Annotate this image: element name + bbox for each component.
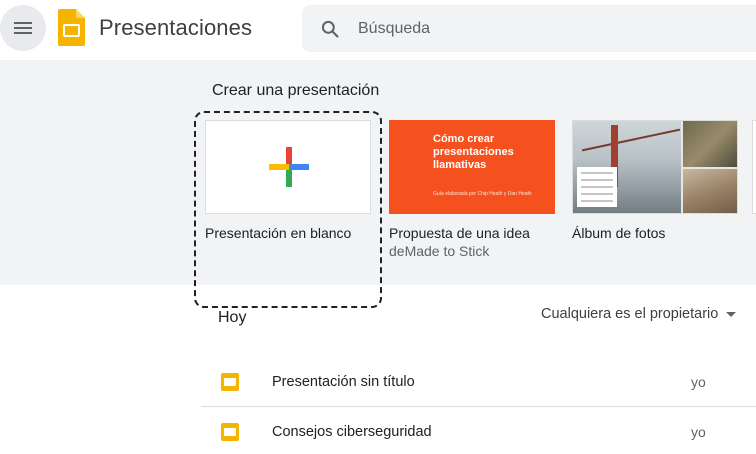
dropdown-caret-icon [726, 311, 737, 317]
template-next-partial[interactable] [752, 120, 756, 214]
template-name: Presentación en blanco [205, 225, 352, 241]
slides-logo-icon[interactable] [58, 9, 85, 46]
document-title[interactable]: Consejos ciberseguridad [272, 424, 432, 440]
plus-icon [269, 147, 309, 187]
template-subtitle: deMade to Stick [389, 243, 490, 259]
document-title[interactable]: Presentación sin título [272, 374, 415, 390]
template-blank-presentation[interactable]: Presentación en blanco [205, 120, 371, 241]
gallery-title: Crear una presentación [212, 82, 380, 99]
template-thumbnail[interactable]: Cómo crear presentaciones llamativas Guí… [389, 120, 555, 214]
document-row[interactable]: Consejos ciberseguridad yo [201, 407, 756, 454]
owner-filter-label: Cualquiera es el propietario [541, 306, 719, 322]
photo-thumbnail [683, 121, 737, 167]
app-header: Presentaciones [0, 0, 756, 60]
owner-filter-dropdown[interactable]: Cualquiera es el propietario [541, 306, 737, 322]
slides-file-icon [221, 423, 239, 441]
template-gallery: Crear una presentación Presentación en b… [0, 60, 756, 308]
photo-thumbnail [683, 169, 737, 213]
template-thumbnail[interactable] [572, 120, 738, 214]
thumbnail-subtitle: Guía elaborada por Chip Heath y Dan Heat… [433, 191, 532, 197]
search-bar[interactable] [302, 5, 756, 52]
template-thumbnail[interactable] [205, 120, 371, 214]
search-icon[interactable] [320, 19, 340, 39]
menu-icon [14, 22, 32, 34]
photo-caption [577, 167, 617, 207]
search-input[interactable] [358, 17, 738, 41]
template-photo-album[interactable]: Álbum de fotos [572, 120, 738, 241]
template-name: Propuesta de una idea [389, 225, 530, 241]
template-name: Álbum de fotos [572, 225, 666, 241]
template-idea-pitch[interactable]: Cómo crear presentaciones llamativas Guí… [389, 120, 555, 259]
thumbnail-title: Cómo crear presentaciones llamativas [433, 133, 514, 171]
slides-file-icon [221, 373, 239, 391]
section-title-today: Hoy [218, 309, 247, 326]
document-owner: yo [691, 374, 706, 390]
document-row[interactable]: Presentación sin título yo [201, 357, 756, 407]
document-owner: yo [691, 424, 706, 440]
app-title[interactable]: Presentaciones [99, 15, 252, 41]
main-menu-button[interactable] [0, 5, 46, 51]
